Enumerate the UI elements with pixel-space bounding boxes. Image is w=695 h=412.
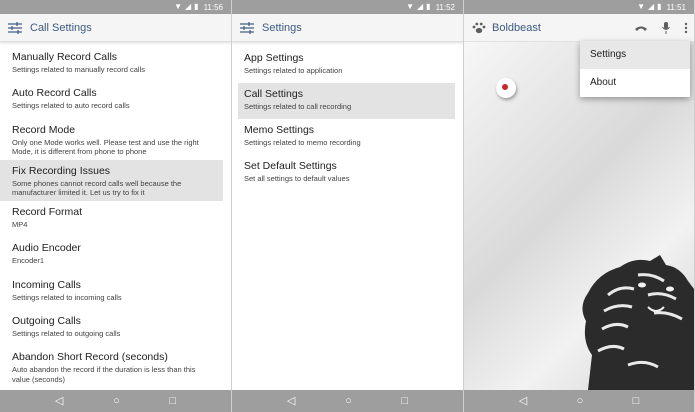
screens-container: ▼ ◢ ▮ 11:56 Call Settings Manually Recor…	[0, 0, 695, 412]
back-icon[interactable]: ◁	[287, 395, 295, 407]
status-bar: ▼ ◢ ▮ 11:52	[232, 0, 463, 14]
list-item-subtitle: Settings related to application	[244, 66, 343, 75]
battery-icon: ▮	[657, 2, 662, 11]
list-item-title: Set Default Settings	[244, 160, 337, 172]
status-bar: ▼ ◢ ▮ 11:51	[464, 0, 694, 14]
app-bar-left: Boldbeast	[472, 22, 541, 34]
recents-icon[interactable]: □	[401, 395, 408, 407]
phone-icon[interactable]	[634, 24, 648, 32]
mic-icon[interactable]	[662, 21, 670, 34]
wifi-icon: ▼	[174, 2, 182, 11]
list-item-title: Incoming Calls	[12, 278, 81, 291]
menu-item-settings[interactable]: Settings	[580, 41, 690, 69]
list-item-subtitle: Auto abandon the record if the duration …	[12, 365, 196, 384]
sliders-icon[interactable]	[8, 21, 22, 34]
page-title: Settings	[262, 21, 302, 34]
signal-icon: ◢	[648, 2, 655, 11]
list-item-subtitle: Settings related to memo recording	[244, 138, 361, 147]
list-item[interactable]: App Settings Settings related to applica…	[238, 47, 455, 83]
app-bar-actions	[634, 21, 688, 34]
back-icon[interactable]: ◁	[519, 395, 527, 407]
list-item-subtitle: Set all settings to default values	[244, 174, 350, 183]
recents-icon[interactable]: □	[169, 395, 176, 407]
list-item[interactable]: Memo Settings Settings related to memo r…	[238, 119, 455, 155]
back-icon[interactable]: ◁	[55, 395, 63, 407]
list-item[interactable]: Outgoing Calls Settings related to outgo…	[0, 310, 223, 346]
list-item-title: Manually Record Calls	[12, 51, 118, 63]
record-button[interactable]	[496, 78, 516, 98]
list-item-title: Record Format	[12, 205, 83, 218]
settings-list: App Settings Settings related to applica…	[232, 42, 463, 191]
list-item-title: Outgoing Calls	[12, 314, 81, 327]
nav-bar: ◁ ○ □	[232, 390, 463, 412]
app-bar: Boldbeast	[464, 14, 694, 42]
call-settings-screen: ▼ ◢ ▮ 11:56 Call Settings Manually Recor…	[0, 0, 232, 412]
list-item-title: App Settings	[244, 52, 304, 64]
list-item[interactable]: Record Mode Only one Mode works well. Pl…	[0, 119, 223, 160]
settings-screen: ▼ ◢ ▮ 11:52 Settings App Settings Settin…	[232, 0, 464, 412]
list-item-subtitle: Only one Mode works well. Please test an…	[12, 137, 199, 157]
list-item-title: Memo Settings	[244, 124, 315, 136]
status-bar: ▼ ◢ ▮ 11:56	[0, 0, 231, 14]
list-item-subtitle: Some phones cannot record calls well bec…	[12, 178, 182, 198]
nav-bar: ◁ ○ □	[464, 390, 694, 412]
menu-item-about[interactable]: About	[580, 69, 690, 97]
home-icon[interactable]: ○	[577, 395, 584, 407]
nav-bar: ◁ ○ □	[0, 390, 231, 412]
home-icon[interactable]: ○	[345, 395, 352, 407]
list-item-title: Record Mode	[12, 123, 76, 136]
list-item[interactable]: Abandon Short Record (seconds) Auto aban…	[0, 346, 223, 387]
recents-icon[interactable]: □	[633, 395, 640, 407]
status-time: 11:52	[435, 2, 455, 12]
list-item-title: Auto Record Calls	[12, 87, 97, 100]
list-item-subtitle: Settings related to call recording	[244, 102, 352, 111]
list-item-subtitle: MP4	[12, 219, 28, 229]
list-item[interactable]: Manually Record Calls Settings related t…	[0, 46, 223, 82]
wifi-icon: ▼	[406, 2, 414, 11]
list-item[interactable]: Set Default Settings Set all settings to…	[238, 155, 455, 191]
list-item-subtitle: Encoder1	[12, 256, 45, 266]
list-item[interactable]: Incoming Calls Settings related to incom…	[0, 274, 223, 310]
paw-icon	[472, 22, 486, 34]
signal-icon: ◢	[417, 2, 424, 11]
list-item[interactable]: Audio Encoder Encoder1	[0, 237, 223, 273]
home-icon[interactable]: ○	[113, 395, 120, 407]
list-item[interactable]: Record Format MP4	[0, 201, 223, 237]
app-bar: Settings	[232, 14, 463, 42]
settings-list: Manually Record Calls Settings related t…	[0, 42, 231, 387]
list-item-title: Fix Recording Issues	[12, 164, 111, 177]
battery-icon: ▮	[194, 2, 199, 11]
list-item-title: Abandon Short Record (seconds)	[12, 351, 168, 364]
sliders-icon[interactable]	[240, 21, 254, 34]
tiger-image	[582, 255, 694, 390]
status-time: 11:51	[666, 2, 686, 12]
overflow-menu: Settings About	[580, 41, 690, 97]
page-title: Boldbeast	[492, 21, 541, 34]
list-item-subtitle: Settings related to outgoing calls	[12, 328, 121, 338]
app-bar: Call Settings	[0, 14, 231, 42]
list-item-subtitle: Settings related to auto record calls	[12, 101, 130, 111]
list-item[interactable]: Auto Record Calls Settings related to au…	[0, 82, 223, 118]
status-time: 11:56	[203, 2, 223, 12]
list-item-title: Audio Encoder	[12, 242, 81, 255]
list-item-subtitle: Settings related to incoming calls	[12, 292, 122, 302]
signal-icon: ◢	[185, 2, 192, 11]
page-title: Call Settings	[30, 21, 92, 34]
wifi-icon: ▼	[637, 2, 645, 11]
more-vert-icon[interactable]	[684, 22, 688, 34]
list-item[interactable]: Fix Recording Issues Some phones cannot …	[0, 159, 223, 201]
list-item-title: Call Settings	[244, 88, 303, 100]
list-item-subtitle: Settings related to manually record call…	[12, 65, 145, 74]
list-item[interactable]: Call Settings Settings related to call r…	[238, 83, 455, 119]
battery-icon: ▮	[426, 2, 431, 11]
